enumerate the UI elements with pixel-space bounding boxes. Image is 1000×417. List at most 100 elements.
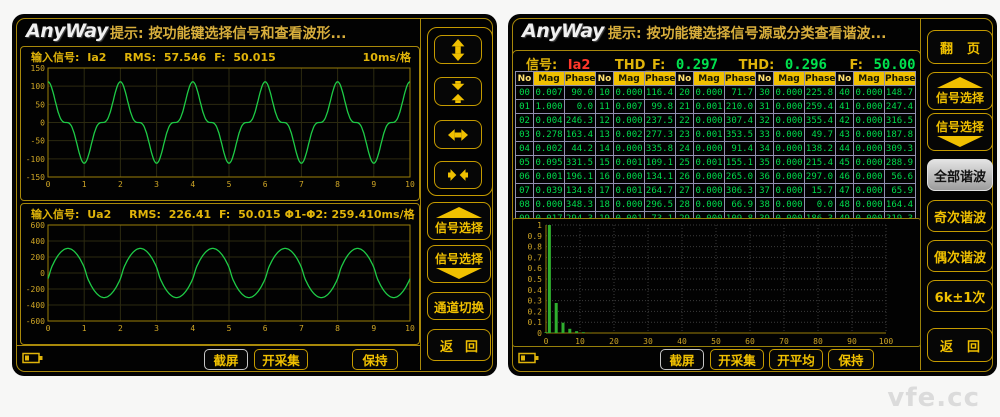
harmonic-mag: 0.000 <box>853 99 885 114</box>
rms-label: RMS: <box>129 208 161 221</box>
zoom-buttons-group <box>427 27 493 196</box>
harmonic-no: 13 <box>595 127 614 142</box>
harmonic-mag: 0.000 <box>773 155 805 170</box>
svg-text:0: 0 <box>46 324 51 333</box>
harmonic-mag: 0.000 <box>693 197 725 212</box>
battery-icon <box>518 352 539 364</box>
hold-button[interactable]: 保持 <box>828 349 874 370</box>
svg-text:3: 3 <box>154 180 159 189</box>
harmonic-no: 16 <box>595 169 614 184</box>
harmonic-mag: 0.039 <box>533 183 565 198</box>
harmonic-phase: 65.9 <box>884 183 916 198</box>
start-acquisition-button[interactable]: 开采集 <box>254 349 308 370</box>
harmonic-phase: 246.3 <box>564 113 596 128</box>
compress-horizontal-button[interactable] <box>434 161 482 189</box>
svg-text:8: 8 <box>335 180 340 189</box>
svg-text:1: 1 <box>82 324 87 333</box>
svg-text:50: 50 <box>711 337 721 344</box>
col-header-phase: Phase <box>884 71 916 86</box>
spectrum-chart-box: 1 0.9 0.8 0.7 0.6 0.5 0.4 0.3 0.2 0.1 0 0 10 20 30 40 50… <box>512 218 921 347</box>
col-header-no: No <box>595 71 614 86</box>
svg-text:0: 0 <box>40 119 45 128</box>
harmonic-no: 22 <box>675 113 694 128</box>
harmonic-phase: 155.1 <box>724 155 756 170</box>
freq-label: F: <box>219 208 231 221</box>
harmonic-phase: 316.5 <box>884 113 916 128</box>
harmonic-mag: 0.000 <box>773 127 805 142</box>
rms-value: 226.41 <box>168 208 212 221</box>
start-acquisition-button[interactable]: 开采集 <box>710 349 764 370</box>
harmonic-mag: 0.001 <box>693 155 725 170</box>
harmonic-phase: 296.5 <box>644 197 676 212</box>
waveform1-box: 输入信号: Ia2 RMS: 57.546 F: 50.015 10ms/格 1… <box>20 46 420 201</box>
rms-value: 57.546 <box>163 51 207 64</box>
back-button[interactable]: 返 回 <box>927 328 993 362</box>
svg-text:3: 3 <box>154 324 159 333</box>
compress-vertical-button[interactable] <box>434 77 482 106</box>
svg-text:10: 10 <box>575 337 585 344</box>
screenshot-button[interactable]: 截屏 <box>204 349 248 370</box>
harmonic-phase: 99.8 <box>644 99 676 114</box>
harmonic-phase: 237.5 <box>644 113 676 128</box>
waveform1-plot: 150100500-50-100-1500 1 2 3 4 5 6 7 8 9 10 <box>26 65 415 189</box>
svg-text:5: 5 <box>227 324 232 333</box>
battery-icon <box>22 352 43 364</box>
harmonic-mag: 0.007 <box>613 99 645 114</box>
harmonic-no: 24 <box>675 141 694 156</box>
channel-switch-button[interactable]: 通道切换 <box>427 292 491 320</box>
all-harmonics-button[interactable]: 全部谐波 <box>927 159 993 191</box>
odd-harmonics-button[interactable]: 奇次谐波 <box>927 200 993 232</box>
waveform1-info: 输入信号: Ia2 RMS: 57.546 F: 50.015 10ms/格 <box>31 49 411 65</box>
page-char-right: 页 <box>966 41 980 57</box>
harmonic-no: 31 <box>755 99 774 114</box>
col-header-no: No <box>835 71 854 86</box>
harmonic-no: 34 <box>755 141 774 156</box>
harmonic-phase: 277.3 <box>644 127 676 142</box>
anyway-logo: AnyWay <box>522 20 604 42</box>
harmonic-mag: 0.095 <box>533 155 565 170</box>
harmonic-no: 10 <box>595 85 614 100</box>
start-averaging-button[interactable]: 开平均 <box>769 349 823 370</box>
svg-text:5: 5 <box>227 180 232 189</box>
harmonic-mag: 0.002 <box>533 141 565 156</box>
svg-text:4: 4 <box>190 180 195 189</box>
harmonic-phase: 163.4 <box>564 127 596 142</box>
signal-name: Ia2 <box>87 51 107 64</box>
expand-vertical-button[interactable] <box>434 35 482 64</box>
harmonic-mag: 0.000 <box>773 113 805 128</box>
timebase-label: 10ms/格 <box>362 51 411 64</box>
hold-button[interactable]: 保持 <box>352 349 398 370</box>
waveform2-readouts: 输入信号: Ua2 RMS: 226.41 F: 50.015 <box>31 206 285 222</box>
harmonic-no: 25 <box>675 155 694 170</box>
page-turn-button[interactable]: 翻 页 <box>927 30 993 64</box>
even-harmonics-button[interactable]: 偶次谐波 <box>927 240 993 272</box>
signal-select-up-button[interactable]: 信号选择 <box>427 202 491 240</box>
harmonics-row: 02 0.004 246.3 12 0.000 237.5 22 0.000 307.4 32 0.… <box>515 113 916 128</box>
6k-plus-minus-1-button[interactable]: 6k±1次 <box>927 280 993 312</box>
back-button[interactable]: 返 回 <box>427 329 491 361</box>
harmonic-no: 37 <box>755 183 774 198</box>
harmonic-phase: 0.0 <box>564 99 596 114</box>
expand-horizontal-button[interactable] <box>434 120 482 149</box>
rms-label: RMS: <box>124 51 157 64</box>
svg-text:20: 20 <box>609 337 619 344</box>
col-header-phase: Phase <box>804 71 836 86</box>
harmonic-no: 33 <box>755 127 774 142</box>
signal-select-down-button[interactable]: 信号选择 <box>427 245 491 283</box>
svg-text:1: 1 <box>537 221 542 230</box>
harmonic-mag: 0.000 <box>613 113 645 128</box>
svg-text:400: 400 <box>31 237 46 246</box>
screenshot-button[interactable]: 截屏 <box>660 349 704 370</box>
harmonic-no: 35 <box>755 155 774 170</box>
harmonic-phase: 187.8 <box>884 127 916 142</box>
harmonic-phase: 210.0 <box>724 99 756 114</box>
signal-select-up-button[interactable]: 信号选择 <box>927 72 993 110</box>
harmonic-no: 11 <box>595 99 614 114</box>
svg-text:2: 2 <box>118 180 123 189</box>
left-hint-text: 提示: 按功能键选择信号和查看波形... <box>110 26 347 42</box>
harmonic-no: 46 <box>835 169 854 184</box>
phase-diff: Φ1-Φ2: 259.4 <box>285 208 367 221</box>
svg-text:0.2: 0.2 <box>528 307 543 316</box>
signal-select-down-button[interactable]: 信号选择 <box>927 113 993 151</box>
svg-text:1: 1 <box>82 180 87 189</box>
